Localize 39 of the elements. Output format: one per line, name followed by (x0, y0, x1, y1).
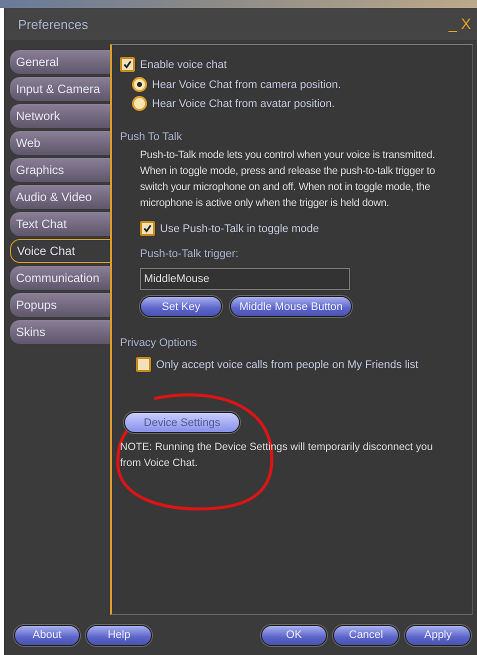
radio-label: Hear Voice Chat from avatar position. (152, 98, 335, 110)
section-heading: Push To Talk (120, 131, 183, 143)
sidebar-tab[interactable]: General (10, 50, 110, 74)
minimize-button[interactable]: _ (446, 16, 459, 32)
footer-button[interactable]: Cancel (333, 624, 399, 646)
checkbox-label: Enable voice chat (140, 58, 227, 70)
device-settings-button[interactable]: Device Settings (124, 412, 240, 433)
radio-label: Hear Voice Chat from camera position. (152, 78, 341, 90)
checkbox[interactable] (140, 221, 155, 236)
checkbox-label: Only accept voice calls from people on My Friends list (156, 358, 418, 370)
sidebar-tab[interactable]: Text Chat (10, 212, 110, 236)
sidebar-tab[interactable]: Voice Chat (10, 239, 110, 263)
checkbox[interactable] (120, 57, 135, 72)
sidebar-tab[interactable]: Network (10, 104, 110, 128)
window-title: Preferences (18, 16, 88, 32)
footer-button[interactable]: About (14, 624, 80, 646)
sidebar-tab[interactable]: Graphics (10, 158, 110, 182)
action-button[interactable]: Set Key (140, 296, 222, 317)
sidebar-tab[interactable]: Audio & Video (10, 185, 110, 209)
description-text: Push-to-Talk mode lets you control when your voice is transmitted. When in toggle mode, press and release the push-to-talk trigger to switch your microphone on and off. When not in toggle mode, the microphone is active only when the trigger is held down. (140, 148, 436, 211)
trigger-field[interactable]: MiddleMouse (140, 268, 350, 290)
check-icon (143, 224, 152, 233)
section-heading: Privacy Options (120, 337, 198, 349)
footer-button[interactable]: Help (86, 624, 152, 646)
sidebar-tab[interactable]: Input & Camera (10, 77, 110, 101)
field-label: Push-to-Talk trigger: (140, 248, 240, 260)
checkbox-label: Use Push-to-Talk in toggle mode (160, 222, 319, 234)
radio-button[interactable] (132, 96, 147, 111)
sidebar-tab[interactable]: Skins (10, 320, 110, 344)
checkbox[interactable] (136, 357, 151, 372)
footer-button[interactable]: Apply (405, 624, 471, 646)
close-button[interactable]: X (458, 16, 473, 32)
radio-button[interactable] (132, 77, 147, 92)
footer-button[interactable]: OK (261, 624, 327, 646)
action-button[interactable]: Middle Mouse Button (230, 296, 352, 317)
sidebar-tab[interactable]: Popups (10, 293, 110, 317)
check-icon (123, 60, 132, 69)
sidebar-tab[interactable]: Communication (10, 266, 110, 290)
sidebar-tab[interactable]: Web (10, 131, 110, 155)
